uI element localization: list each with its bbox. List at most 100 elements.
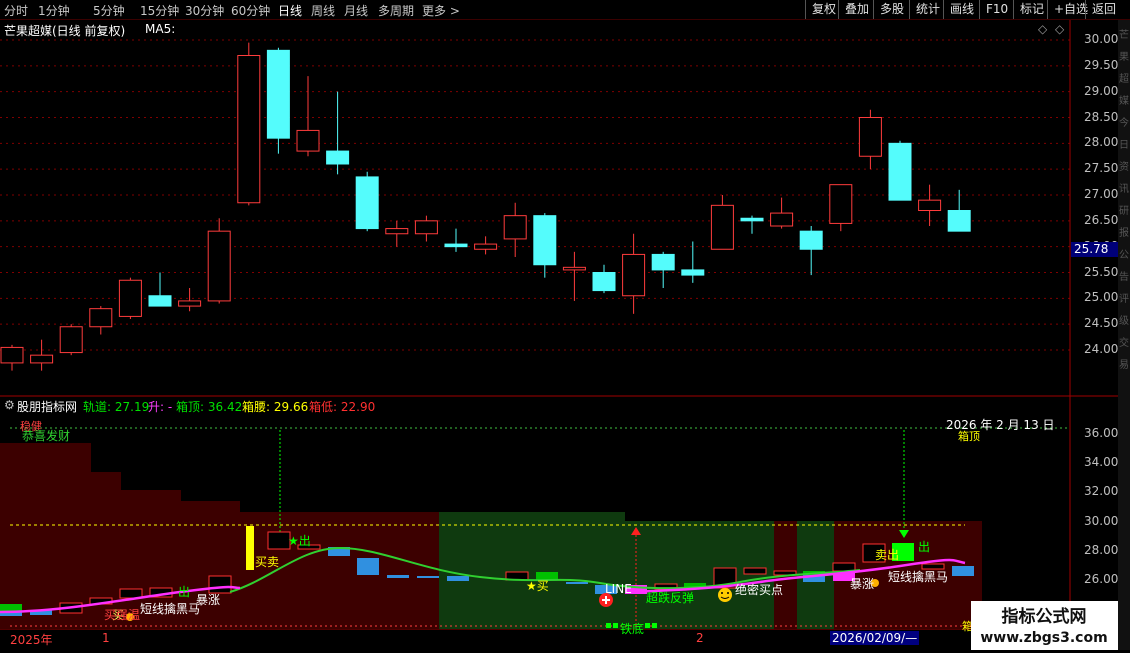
legend-track: 轨道: 27.19 <box>83 400 150 414</box>
candle <box>533 213 557 278</box>
indicator-tick-label: 32.00 <box>1084 484 1119 499</box>
candle <box>0 344 24 371</box>
side-strip-char: 公 <box>1119 250 1129 261</box>
candle <box>592 264 616 294</box>
svg-text:指标公式网: 指标公式网 <box>1002 606 1087 627</box>
indicator-tick-label: 26.00 <box>1084 572 1119 586</box>
candle <box>740 215 764 234</box>
candle <box>178 288 202 312</box>
candle-body <box>266 49 290 139</box>
price-tick-label: 29.50 <box>1084 57 1119 72</box>
signal-label: 绝密买点 <box>735 583 784 597</box>
price-tick-label: 25.00 <box>1084 290 1119 305</box>
candle <box>59 324 83 356</box>
legend-box-low: 箱低: 22.90 <box>309 400 376 414</box>
side-info-strip[interactable]: 芒果超媒今日资讯研报公告评级交易 <box>1118 20 1130 650</box>
signal-label: 买卖 <box>255 555 280 569</box>
candle <box>947 189 971 232</box>
candle <box>474 236 498 255</box>
price-tick-label: 25.50 <box>1084 264 1119 279</box>
candle-body <box>0 346 24 364</box>
side-strip-char: 告 <box>1119 272 1129 283</box>
side-strip-char: 媒 <box>1119 96 1129 107</box>
diamond-icon[interactable]: ◇ <box>1055 22 1064 36</box>
candle <box>770 197 794 229</box>
candle-body <box>444 243 468 248</box>
box-top-tag: 箱顶 <box>958 430 980 443</box>
indicator-bar <box>447 576 469 581</box>
candle-body <box>237 55 261 204</box>
signal-label: 铁底 <box>620 622 645 636</box>
price-tick-label: 24.50 <box>1084 316 1119 331</box>
indicator-tick-label: 28.00 <box>1084 542 1119 557</box>
candle <box>918 184 942 226</box>
candlesticks <box>0 42 971 371</box>
stock-title: 芒果超媒(日线 前复权) <box>4 24 126 38</box>
signal-label: 暴涨 <box>850 577 875 591</box>
candle-body <box>30 354 54 364</box>
candle <box>710 195 734 250</box>
indicator-bar <box>952 566 974 576</box>
candle <box>237 42 261 206</box>
side-strip-char: 易 <box>1119 360 1129 371</box>
side-strip-char: 报 <box>1119 228 1129 239</box>
candle <box>385 220 409 247</box>
candle-body <box>503 215 527 240</box>
x-label-year: 2025年 <box>10 633 53 647</box>
candle-body <box>296 129 320 152</box>
signal-label: 卖出 <box>875 548 900 562</box>
signal-label: ★买 <box>526 579 549 593</box>
candle <box>651 251 675 288</box>
box-waist-marker <box>246 526 254 570</box>
candle <box>562 251 586 301</box>
candle <box>207 218 231 304</box>
diamond-icon[interactable]: ◇ <box>1038 22 1047 36</box>
indicator-bar <box>119 588 143 599</box>
signal-label: 超跌反弹 <box>646 591 695 605</box>
candle <box>30 339 54 371</box>
legend-box-waist: 箱腰: 29.66 <box>242 400 309 414</box>
kline-chart[interactable] <box>0 0 1130 650</box>
candle <box>503 202 527 257</box>
candle-body <box>148 295 172 307</box>
candle <box>355 171 379 232</box>
smiley-icon <box>718 588 732 602</box>
price-tick-label: 26.50 <box>1084 212 1119 227</box>
price-tick-label: 28.00 <box>1084 135 1119 150</box>
candle <box>681 241 705 283</box>
candle-body <box>592 272 616 292</box>
indicator-bar <box>357 558 379 575</box>
candle <box>444 228 468 252</box>
price-tick-label: 29.00 <box>1084 83 1119 98</box>
candle-body <box>651 253 675 271</box>
candle-body <box>622 253 646 297</box>
candle-body <box>385 228 409 235</box>
candle-body <box>474 243 498 250</box>
svg-text:www.zbgs3.com: www.zbgs3.com <box>980 630 1107 646</box>
current-price-badge: 25.78 <box>1071 242 1119 257</box>
signal-label: ★出 <box>288 534 311 548</box>
price-tick-label: 28.50 <box>1084 109 1119 124</box>
side-strip-char: 讯 <box>1119 184 1129 195</box>
candle <box>266 47 290 154</box>
candle-body <box>770 212 794 227</box>
watermark-logo: 指标公式网 www.zbgs3.com <box>971 601 1118 650</box>
candle <box>89 306 113 335</box>
candle-body <box>710 204 734 250</box>
indicator-tick-label: 36.00 <box>1084 426 1119 440</box>
price-tick-label: 24.00 <box>1084 342 1119 356</box>
candle-body <box>178 300 202 307</box>
indicator-settings-icon[interactable]: ⚙ <box>4 398 15 412</box>
candle-body <box>740 217 764 222</box>
indicator-bar <box>267 531 291 550</box>
signal-label: LINE <box>605 582 632 596</box>
candle-body <box>681 269 705 276</box>
candle-body <box>888 142 912 201</box>
candle <box>799 226 823 276</box>
signal-label: 买强温 <box>104 608 141 622</box>
signal-label: 出 <box>178 585 191 599</box>
candle-body <box>829 184 853 224</box>
indicator-name[interactable]: 股朋指标网 <box>17 398 77 415</box>
candle-body <box>326 150 350 165</box>
side-strip-char: 级 <box>1119 316 1129 327</box>
